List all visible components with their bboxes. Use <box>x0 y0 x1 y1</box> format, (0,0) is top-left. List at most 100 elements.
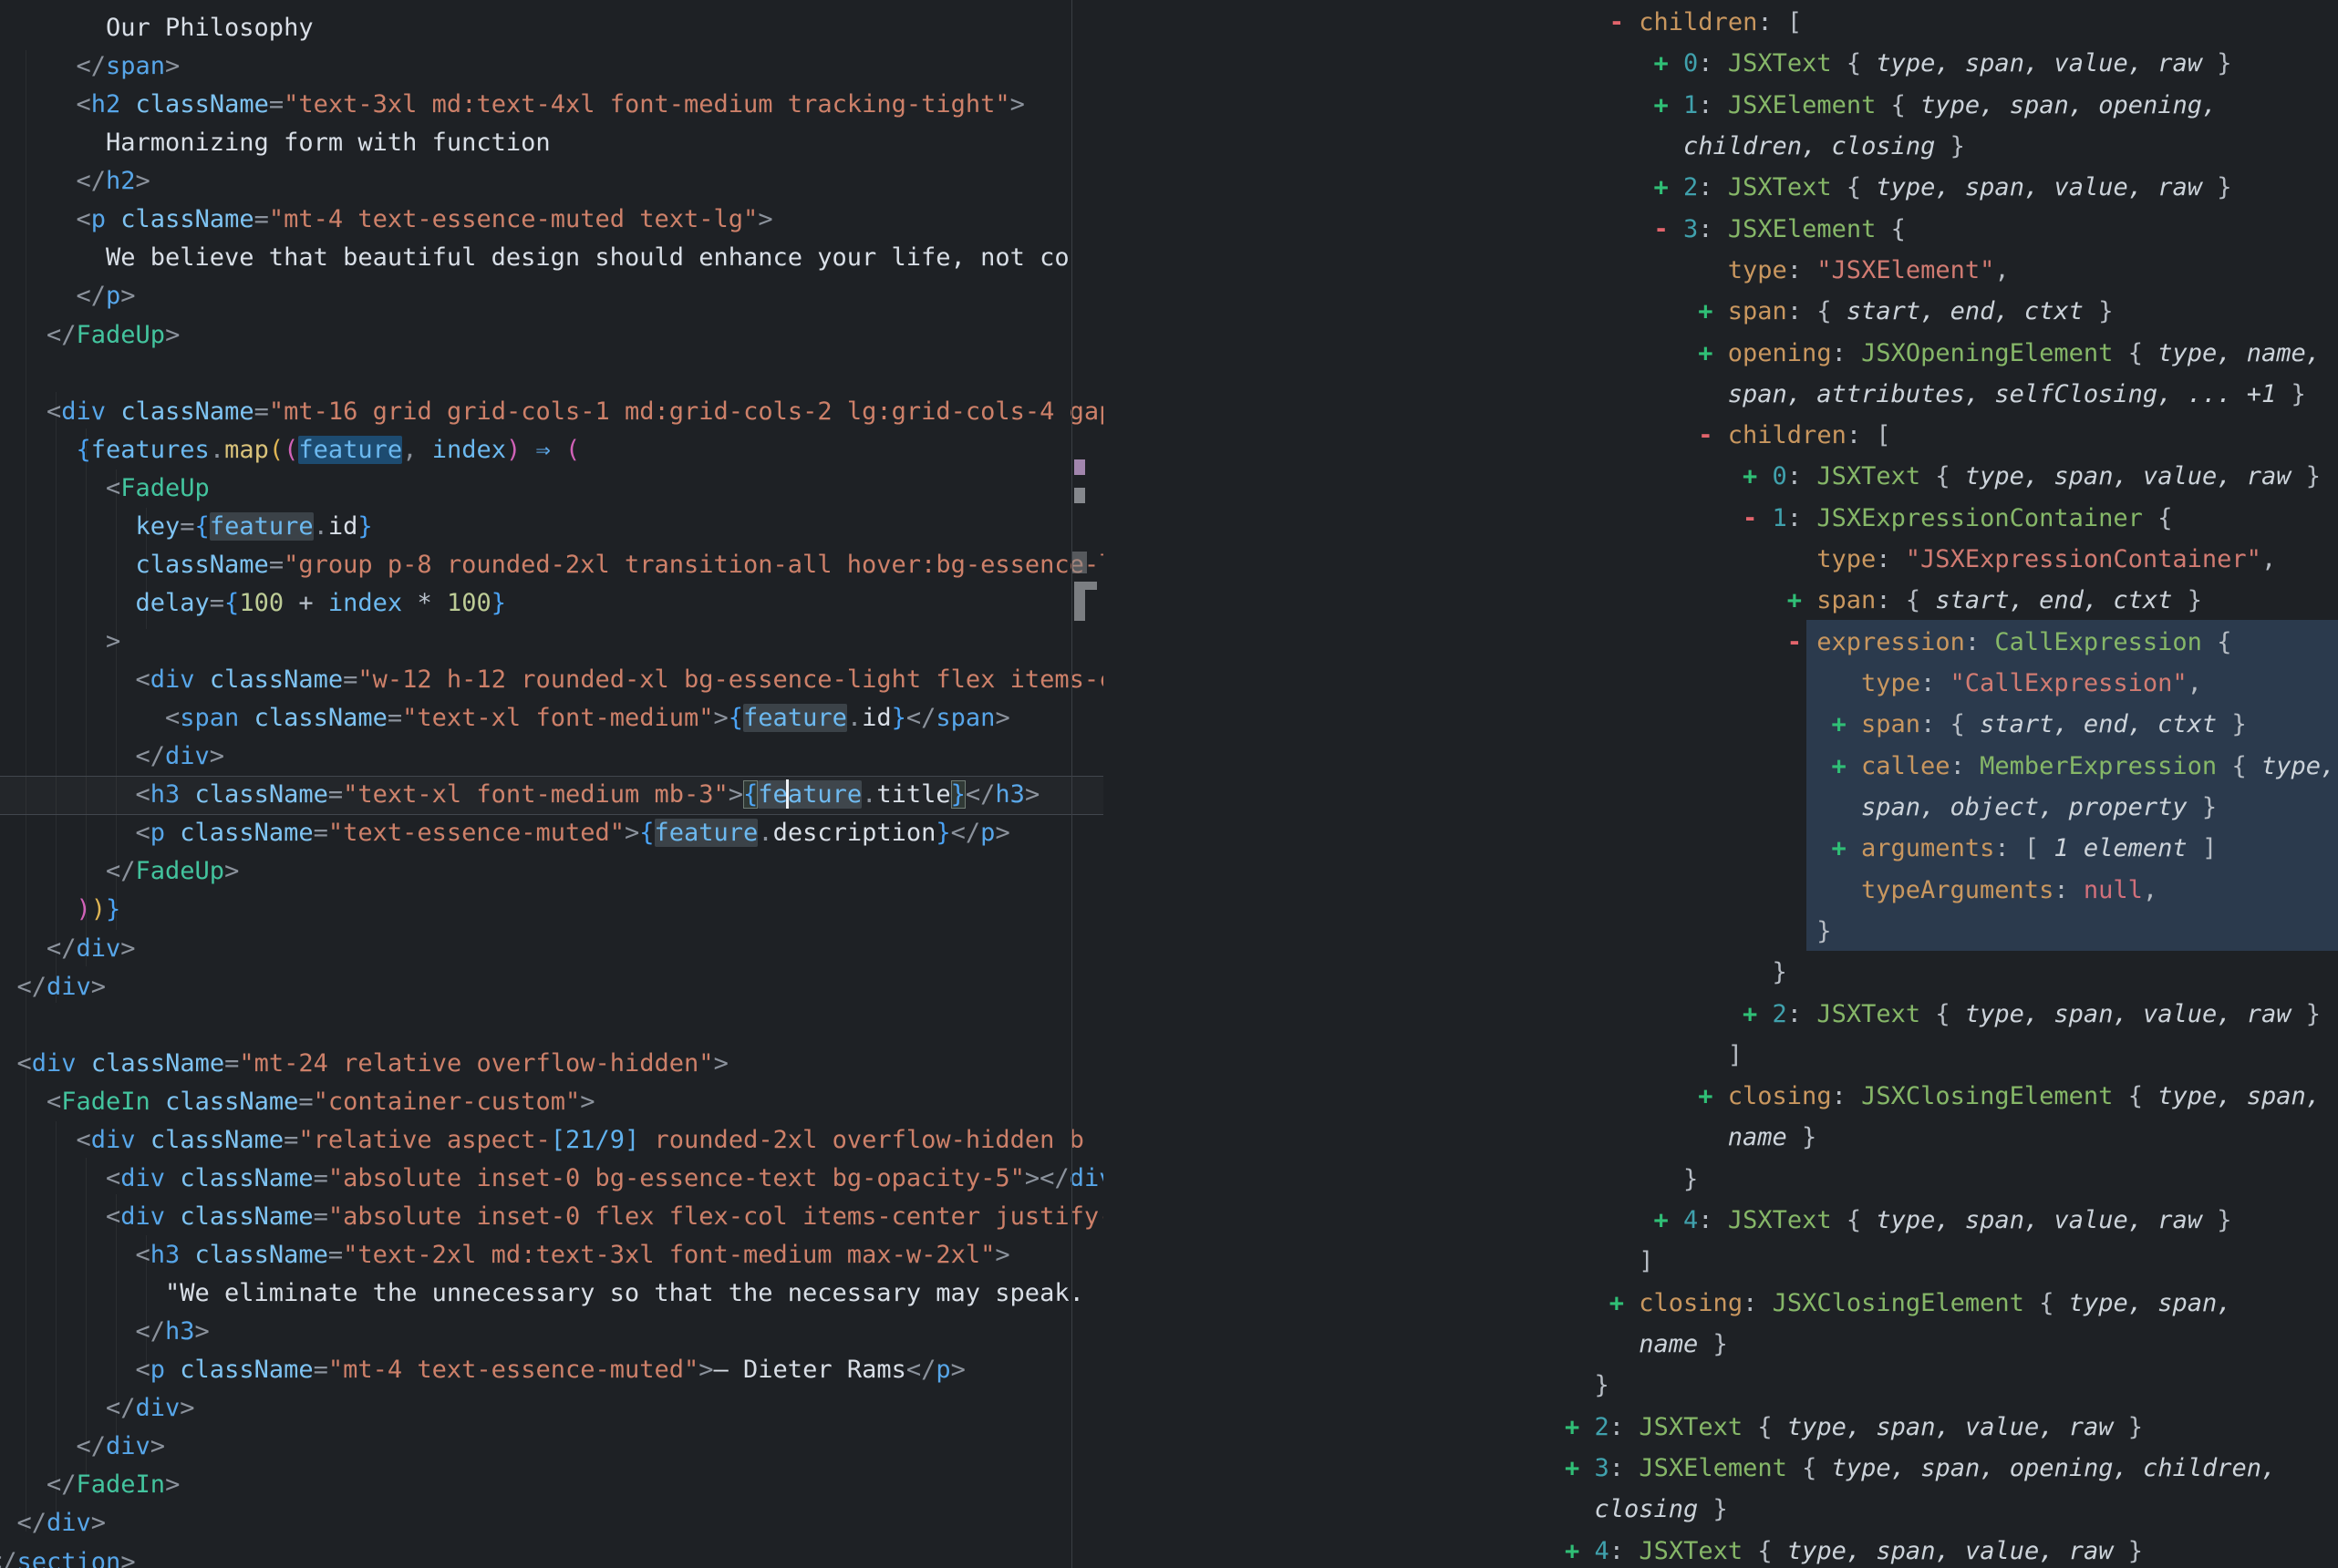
ast-node-line[interactable]: closing } <box>1103 1489 2338 1530</box>
expand-icon[interactable]: + <box>1565 1413 1579 1441</box>
code-line[interactable]: </h3> <box>0 1313 1103 1351</box>
ast-node-line[interactable]: span, object, property } <box>1103 787 2338 828</box>
ast-node-line[interactable]: - 3: JSXElement { <box>1103 209 2338 250</box>
code-line[interactable]: We believe that beautiful design should … <box>0 239 1103 277</box>
ast-tree-pane[interactable]: - children: [+ 0: JSXText { type, span, … <box>1103 0 2338 1568</box>
code-line[interactable]: </div> <box>0 738 1103 776</box>
ast-node-line[interactable]: } <box>1103 952 2338 993</box>
expand-icon[interactable]: + <box>1654 91 1669 119</box>
expand-icon[interactable]: + <box>1565 1454 1579 1482</box>
code-line[interactable]: </span> <box>0 47 1103 86</box>
code-line[interactable]: <div className="w-12 h-12 rounded-xl bg-… <box>0 661 1103 699</box>
ast-node-line[interactable]: + 0: JSXText { type, span, value, raw } <box>1103 456 2338 497</box>
expand-icon[interactable]: + <box>1654 49 1669 77</box>
ast-node-line[interactable]: + 0: JSXText { type, span, value, raw } <box>1103 43 2338 84</box>
ast-node-line[interactable]: type: "JSXElement", <box>1103 250 2338 291</box>
ast-node-line[interactable]: + 1: JSXElement { type, span, opening, <box>1103 85 2338 126</box>
ast-node-line[interactable]: } <box>1103 911 2338 952</box>
ast-node-line[interactable]: + 2: JSXText { type, span, value, raw } <box>1103 1407 2338 1448</box>
expand-icon[interactable]: + <box>1565 1537 1579 1565</box>
collapse-icon[interactable]: - <box>1743 504 1757 532</box>
ast-node-line[interactable]: + callee: MemberExpression { type, <box>1103 746 2338 787</box>
code-line[interactable]: <FadeUp <box>0 469 1103 508</box>
ast-node-line[interactable]: name } <box>1103 1324 2338 1365</box>
ast-node-line[interactable]: type: "CallExpression", <box>1103 663 2338 704</box>
code-line[interactable]: <div className="relative aspect-[21/9] r… <box>0 1121 1103 1160</box>
expand-icon[interactable]: + <box>1654 173 1669 201</box>
ast-node-line[interactable]: type: "JSXExpressionContainer", <box>1103 539 2338 580</box>
code-line[interactable]: Harmonizing form with function <box>0 124 1103 162</box>
code-line[interactable]: <div className="absolute inset-0 bg-esse… <box>0 1160 1103 1198</box>
code-line[interactable]: > <box>0 623 1103 661</box>
expand-icon[interactable]: + <box>1832 710 1847 738</box>
code-line[interactable]: {features.map((feature, index) ⇒ ( <box>0 431 1103 469</box>
ast-node-line[interactable]: + span: { start, end, ctxt } <box>1103 291 2338 332</box>
code-line[interactable]: </div> <box>0 930 1103 968</box>
ast-node-line[interactable]: } <box>1103 1159 2338 1200</box>
expand-icon[interactable]: + <box>1832 752 1847 780</box>
ast-lines[interactable]: - children: [+ 0: JSXText { type, span, … <box>1103 0 2338 1568</box>
code-line[interactable]: "We eliminate the unnecessary so that th… <box>0 1274 1103 1313</box>
code-line[interactable]: </div> <box>0 968 1103 1006</box>
collapse-icon[interactable]: - <box>1787 628 1802 656</box>
code-line[interactable]: key={feature.id} <box>0 508 1103 546</box>
pane-divider[interactable] <box>1071 0 1072 1568</box>
ast-node-line[interactable]: + 4: JSXText { type, span, value, raw } <box>1103 1531 2338 1568</box>
expand-icon[interactable]: + <box>1832 834 1847 862</box>
code-line[interactable] <box>0 1006 1103 1045</box>
code-line[interactable]: <p className="mt-4 text-essence-muted te… <box>0 201 1103 239</box>
collapse-icon[interactable]: - <box>1609 8 1624 36</box>
code-line[interactable]: <div className="absolute inset-0 flex fl… <box>0 1198 1103 1236</box>
ast-node-line[interactable]: + span: { start, end, ctxt } <box>1103 704 2338 745</box>
code-line[interactable]: </div> <box>0 1504 1103 1542</box>
ast-node-line[interactable]: - children: [ <box>1103 415 2338 456</box>
code-line[interactable]: <div className="mt-24 relative overflow-… <box>0 1045 1103 1083</box>
code-line[interactable]: <p className="text-essence-muted">{featu… <box>0 814 1103 852</box>
code-line[interactable]: Our Philosophy <box>0 9 1103 47</box>
expand-icon[interactable]: + <box>1609 1289 1624 1317</box>
code-line[interactable]: </section> <box>0 1543 1103 1568</box>
ast-node-line[interactable]: typeArguments: null, <box>1103 870 2338 911</box>
expand-icon[interactable]: + <box>1654 1206 1669 1234</box>
ast-node-line[interactable]: + 2: JSXText { type, span, value, raw } <box>1103 994 2338 1035</box>
expand-icon[interactable]: + <box>1743 462 1757 490</box>
ast-node-line[interactable]: + 4: JSXText { type, span, value, raw } <box>1103 1200 2338 1241</box>
ast-node-line[interactable]: span, attributes, selfClosing, ... +1 } <box>1103 374 2338 415</box>
expand-icon[interactable]: + <box>1787 586 1802 614</box>
ast-node-line[interactable]: ] <box>1103 1241 2338 1282</box>
ast-node-line[interactable]: + 2: JSXText { type, span, value, raw } <box>1103 167 2338 208</box>
expand-icon[interactable]: + <box>1698 339 1712 367</box>
code-line[interactable]: delay={100 + index * 100} <box>0 584 1103 623</box>
code-line[interactable]: </FadeUp> <box>0 852 1103 891</box>
ast-node-line[interactable]: - children: [ <box>1103 2 2338 43</box>
code-line[interactable] <box>0 355 1103 393</box>
code-line[interactable]: <div className="mt-16 grid grid-cols-1 m… <box>0 393 1103 431</box>
collapse-icon[interactable]: - <box>1654 215 1669 243</box>
code-line[interactable]: <h2 className="text-3xl md:text-4xl font… <box>0 86 1103 124</box>
code-line[interactable]: </p> <box>0 277 1103 315</box>
expand-icon[interactable]: + <box>1698 297 1712 325</box>
code-line[interactable]: <FadeIn className="container-custom"> <box>0 1083 1103 1121</box>
code-line[interactable]: ))} <box>0 891 1103 929</box>
code-line[interactable]: <p className="mt-4 text-essence-muted">—… <box>0 1351 1103 1389</box>
ast-node-line[interactable]: children, closing } <box>1103 126 2338 167</box>
ast-node-line[interactable]: ] <box>1103 1035 2338 1076</box>
ast-node-line[interactable]: name } <box>1103 1117 2338 1158</box>
code-line[interactable]: </div> <box>0 1428 1103 1466</box>
code-line[interactable]: </FadeIn> <box>0 1466 1103 1504</box>
ast-node-line[interactable]: + arguments: [ 1 element ] <box>1103 828 2338 869</box>
code-line[interactable]: className="group p-8 rounded-2xl transit… <box>0 546 1103 584</box>
ast-node-line[interactable]: } <box>1103 1365 2338 1406</box>
expand-icon[interactable]: + <box>1698 1082 1712 1110</box>
code-editor-pane[interactable]: Our Philosophy</span><h2 className="text… <box>0 0 1103 1568</box>
ast-node-line[interactable]: + span: { start, end, ctxt } <box>1103 580 2338 621</box>
expand-icon[interactable]: + <box>1743 1000 1757 1028</box>
code-line[interactable]: <h3 className="text-2xl md:text-3xl font… <box>0 1236 1103 1274</box>
collapse-icon[interactable]: - <box>1698 421 1712 449</box>
ast-node-line[interactable]: + opening: JSXOpeningElement { type, nam… <box>1103 333 2338 374</box>
ast-node-line[interactable]: + 3: JSXElement { type, span, opening, c… <box>1103 1448 2338 1489</box>
code-line[interactable]: </div> <box>0 1389 1103 1428</box>
code-line[interactable]: </FadeUp> <box>0 316 1103 355</box>
code-line[interactable]: <span className="text-xl font-medium">{f… <box>0 699 1103 738</box>
code-line[interactable]: </h2> <box>0 162 1103 201</box>
